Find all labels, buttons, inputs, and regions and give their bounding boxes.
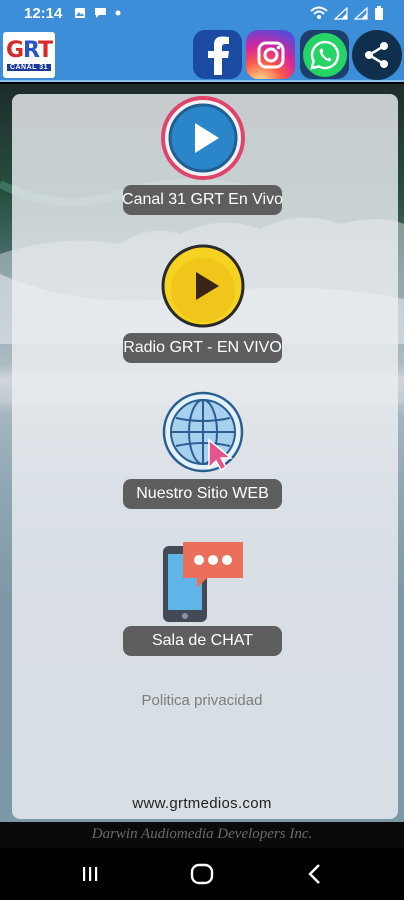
app-logo: GRT CANAL 31 xyxy=(3,32,55,78)
share-icon xyxy=(365,42,388,68)
dot-icon xyxy=(115,10,121,16)
facebook-button[interactable] xyxy=(193,30,242,79)
facebook-icon xyxy=(207,36,229,75)
chat-bubble-icon xyxy=(95,8,107,18)
privacy-policy-link[interactable]: Politica privacidad xyxy=(0,692,404,709)
whatsapp-button[interactable] xyxy=(300,30,349,79)
home-button[interactable] xyxy=(182,858,222,890)
signal-icon xyxy=(334,6,348,20)
play-icon[interactable] xyxy=(161,96,245,180)
share-button[interactable] xyxy=(352,30,402,80)
chat-button[interactable]: Sala de CHAT xyxy=(123,626,282,656)
system-nav-bar xyxy=(0,848,404,900)
wifi-icon xyxy=(310,6,328,19)
photo-icon xyxy=(75,8,86,18)
developer-credit: Darwin Audiomedia Developers Inc. xyxy=(0,822,404,848)
app-header: GRT CANAL 31 xyxy=(0,26,404,82)
tv-live-button[interactable]: Canal 31 GRT En Vivo xyxy=(122,185,283,215)
back-icon xyxy=(308,864,320,884)
signal-icon xyxy=(354,6,368,20)
logo-subtitle: CANAL 31 xyxy=(6,63,52,71)
radio-play-icon[interactable] xyxy=(161,244,245,328)
instagram-icon xyxy=(257,41,284,68)
globe-icon[interactable] xyxy=(161,390,245,474)
status-time: 12:14 xyxy=(24,4,63,22)
home-icon xyxy=(190,863,214,885)
recent-apps-icon xyxy=(83,867,98,881)
recent-apps-button[interactable] xyxy=(70,858,110,890)
instagram-button[interactable] xyxy=(246,30,295,79)
whatsapp-icon xyxy=(309,40,339,70)
chat-icon[interactable] xyxy=(161,538,245,622)
radio-live-button[interactable]: Radio GRT - EN VIVO xyxy=(123,333,282,363)
back-button[interactable] xyxy=(295,858,335,890)
website-url[interactable]: www.grtmedios.com xyxy=(0,795,404,812)
battery-icon xyxy=(375,5,383,20)
website-button[interactable]: Nuestro Sitio WEB xyxy=(123,479,282,509)
status-bar: 12:14 xyxy=(0,0,404,26)
